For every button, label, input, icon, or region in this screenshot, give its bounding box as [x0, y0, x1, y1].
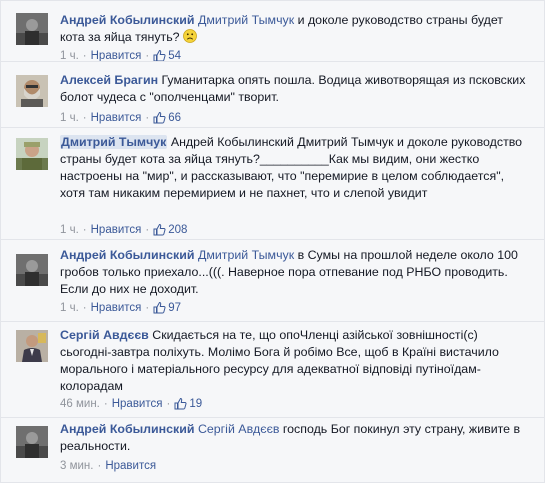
like-button[interactable]: Нравится — [112, 398, 163, 410]
thumbs-up-icon — [174, 397, 187, 415]
like-button[interactable]: Нравится — [91, 302, 142, 314]
comment: Андрей Кобылинский Дмитрий Тымчук и доко… — [1, 1, 544, 62]
avatar[interactable] — [16, 75, 48, 107]
avatar-image — [16, 254, 48, 286]
comment-body: Алексей Брагин Гуманитарка опять пошла. … — [60, 72, 530, 106]
comment-author[interactable]: Андрей Кобылинский — [60, 13, 194, 27]
comment-body: Дмитрий Тымчук Андрей Кобылинский Дмитри… — [60, 134, 530, 202]
avatar[interactable] — [16, 330, 48, 362]
comment: Алексей Брагин Гуманитарка опять пошла. … — [1, 61, 544, 128]
comment: Андрей Кобылинский Сергій Авдєєв господь… — [1, 417, 544, 482]
comment-meta: 3 мин. · Нравится — [60, 460, 157, 472]
avatar-image — [16, 75, 48, 107]
avatar-image — [16, 13, 48, 45]
comment: Дмитрий Тымчук Андрей Кобылинский Дмитри… — [1, 127, 544, 240]
like-button[interactable]: Нравится — [91, 112, 142, 124]
comment-body: Андрей Кобылинский Сергій Авдєєв господь… — [60, 421, 530, 455]
avatar[interactable] — [16, 13, 48, 45]
comment: Сергій Авдєєв Скидається на те, що опоЧл… — [1, 321, 544, 418]
avatar-image — [16, 330, 48, 362]
comment-time[interactable]: 1 ч. — [60, 302, 79, 314]
comment-author[interactable]: Алексей Брагин — [60, 73, 158, 87]
thumbs-up-icon — [153, 301, 166, 319]
avatar[interactable] — [16, 138, 48, 170]
like-count-value: 66 — [168, 112, 182, 124]
comment-author[interactable]: Андрей Кобылинский — [60, 422, 194, 436]
like-count-value: 19 — [189, 398, 203, 410]
avatar[interactable] — [16, 426, 48, 458]
like-count[interactable]: 97 — [153, 301, 182, 314]
avatar-image — [16, 426, 48, 458]
comment-time[interactable]: 1 ч. — [60, 224, 79, 236]
comment-body: Андрей Кобылинский Дмитрий Тымчук и доко… — [60, 12, 530, 46]
like-count[interactable]: 208 — [153, 223, 188, 236]
like-count[interactable]: 66 — [153, 111, 182, 124]
comment: Андрей Кобылинский Дмитрий Тымчук в Сумы… — [1, 239, 544, 322]
avatar[interactable] — [16, 254, 48, 286]
mention-link[interactable]: Сергій Авдєєв — [198, 422, 280, 436]
comment-body: Андрей Кобылинский Дмитрий Тымчук в Сумы… — [60, 247, 530, 298]
comment-author[interactable]: Сергій Авдєєв — [60, 328, 149, 342]
frown-emoji — [183, 29, 197, 43]
mention-link[interactable]: Дмитрий Тымчук — [198, 13, 294, 27]
like-count-value: 97 — [168, 302, 182, 314]
comment-body: Сергій Авдєєв Скидається на те, що опоЧл… — [60, 327, 530, 395]
comment-author[interactable]: Дмитрий Тымчук — [60, 135, 168, 149]
comment-meta: 46 мин. · Нравится · 19 — [60, 396, 202, 415]
comment-meta: 1 ч. · Нравится · 97 — [60, 300, 181, 319]
comment-time[interactable]: 1 ч. — [60, 112, 79, 124]
like-button[interactable]: Нравится — [105, 460, 156, 472]
like-count[interactable]: 19 — [174, 397, 203, 410]
comment-time[interactable]: 46 мин. — [60, 398, 100, 410]
comment-time[interactable]: 3 мин. — [60, 460, 93, 472]
comment-author[interactable]: Андрей Кобылинский — [60, 248, 194, 262]
like-count-value: 208 — [168, 224, 188, 236]
avatar-image — [16, 138, 48, 170]
mention-link[interactable]: Дмитрий Тымчук — [198, 248, 294, 262]
comment-thread: Андрей Кобылинский Дмитрий Тымчук и доко… — [0, 0, 545, 483]
like-button[interactable]: Нравится — [91, 224, 142, 236]
